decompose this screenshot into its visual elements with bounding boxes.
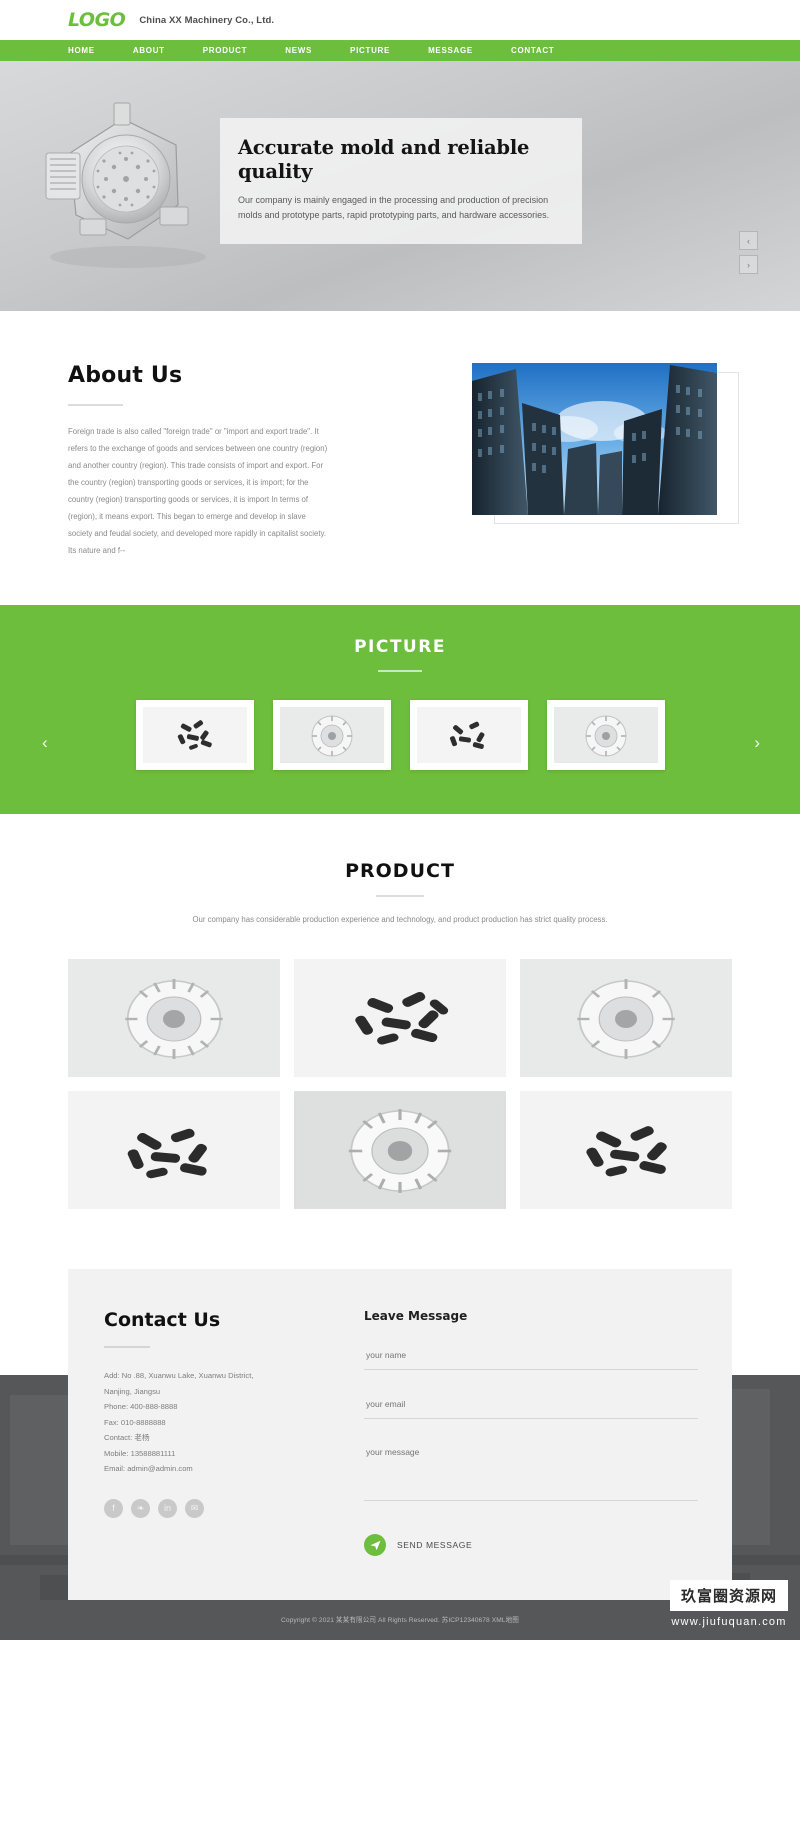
send-message-label: SEND MESSAGE — [397, 1540, 473, 1550]
product-subtitle: Our company has considerable production … — [192, 915, 608, 924]
hero-text-panel: Accurate mold and reliable quality Our c… — [220, 118, 582, 244]
nav-item-contact[interactable]: CONTACT — [511, 46, 554, 55]
screws-icon — [416, 707, 521, 763]
product-card[interactable] — [68, 1091, 280, 1209]
contact-mobile: Mobile: 13588881111 — [104, 1448, 176, 1458]
product-grid — [68, 959, 732, 1209]
contact-section: Contact Us Add: No .88, Xuanwu Lake, Xua… — [0, 1255, 800, 1600]
contact-person: Contact: 老杨 — [104, 1433, 150, 1442]
email-input[interactable] — [364, 1395, 698, 1419]
hero-banner: Accurate mold and reliable quality Our c… — [0, 61, 800, 311]
picture-slide[interactable] — [546, 700, 665, 770]
nav-item-home[interactable]: HOME — [68, 46, 95, 55]
about-text-column: About Us Foreign trade is also called "f… — [68, 363, 330, 559]
message-form-column: Leave Message SEND MESSAGE — [350, 1309, 698, 1556]
company-name: China XX Machinery Co., Ltd. — [139, 14, 275, 26]
contact-fax: Fax: 010-8888888 — [104, 1417, 166, 1427]
nav-item-news[interactable]: NEWS — [285, 46, 312, 55]
about-image-column — [472, 363, 739, 531]
screws-image — [520, 1091, 732, 1209]
gear-image — [279, 707, 384, 763]
contact-email: Email: admin@admin.com — [104, 1464, 193, 1473]
picture-divider — [378, 670, 422, 672]
leave-message-title: Leave Message — [364, 1309, 468, 1323]
nav-item-picture[interactable]: PICTURE — [350, 46, 390, 55]
send-icon[interactable] — [364, 1534, 386, 1556]
hero-machine-image — [45, 102, 206, 268]
paper-plane-icon — [370, 1540, 380, 1550]
product-card[interactable] — [294, 959, 506, 1077]
product-title: PRODUCT — [345, 860, 455, 882]
contact-info-column: Contact Us Add: No .88, Xuanwu Lake, Xua… — [94, 1309, 350, 1556]
picture-section: PICTURE ‹ › — [0, 605, 800, 814]
nav-item-about[interactable]: ABOUT — [133, 46, 165, 55]
hero-prev-arrow-icon[interactable]: ‹ — [739, 231, 758, 250]
gear-image — [553, 707, 658, 763]
gear-image — [68, 959, 280, 1077]
contact-card: Contact Us Add: No .88, Xuanwu Lake, Xua… — [68, 1269, 732, 1600]
nav-item-product[interactable]: PRODUCT — [203, 46, 247, 55]
screws-icon — [142, 707, 247, 763]
product-card[interactable] — [520, 959, 732, 1077]
picture-carousel — [0, 700, 800, 770]
picture-slide[interactable] — [272, 700, 391, 770]
picture-slide[interactable] — [135, 700, 254, 770]
watermark-main-text: 玖富圈资源网 — [669, 1580, 788, 1611]
hero-title: Accurate mold and reliable quality — [238, 136, 530, 183]
nav-item-message[interactable]: MESSAGE — [428, 46, 473, 55]
contact-title: Contact Us — [104, 1309, 221, 1331]
email-icon[interactable]: ✉ — [185, 1498, 204, 1518]
social-links: f ❧ in ✉ — [104, 1498, 350, 1518]
about-title: About Us — [68, 363, 183, 388]
gear-icon — [553, 707, 658, 763]
twitter-icon[interactable]: ❧ — [131, 1498, 150, 1518]
gear-icon — [279, 707, 384, 763]
picture-prev-arrow-icon[interactable]: ‹ — [42, 733, 48, 753]
contact-address-line2: Nanjing, Jiangsu — [104, 1386, 161, 1396]
main-navigation: HOME ABOUT PRODUCT NEWS PICTURE MESSAGE … — [0, 40, 800, 61]
screws-image — [294, 959, 506, 1077]
hero-slider-controls: ‹ › — [739, 231, 758, 279]
contact-address-line1: Add: No .88, Xuanwu Lake, Xuanwu Distric… — [104, 1371, 254, 1380]
gear-image — [294, 1091, 506, 1209]
product-card[interactable] — [520, 1091, 732, 1209]
skyscrapers-image — [472, 363, 717, 515]
hero-description: Our company is mainly engaged in the pro… — [238, 195, 550, 220]
product-divider — [376, 895, 424, 897]
site-header: LOGO China XX Machinery Co., Ltd. — [0, 0, 800, 40]
picture-title: PICTURE — [354, 637, 446, 657]
gear-image — [520, 959, 732, 1077]
contact-divider — [104, 1346, 150, 1348]
linkedin-icon[interactable]: in — [158, 1498, 177, 1518]
about-divider — [68, 404, 123, 406]
watermark-url-text: www.jiufuquan.com — [671, 1616, 787, 1628]
screws-image — [416, 707, 521, 763]
name-input[interactable] — [364, 1346, 698, 1370]
contact-phone: Phone: 400-888-8888 — [104, 1402, 178, 1411]
picture-slide[interactable] — [409, 700, 528, 770]
product-card[interactable] — [68, 959, 280, 1077]
site-footer: Copyright © 2021 某某有限公司 All Rights Reser… — [0, 1580, 800, 1640]
watermark: 玖富圈资源网 www.jiufuquan.com — [669, 1580, 788, 1628]
facebook-icon[interactable]: f — [104, 1498, 123, 1518]
product-card[interactable] — [294, 1091, 506, 1209]
picture-next-arrow-icon[interactable]: › — [754, 733, 760, 753]
about-paragraph: Foreign trade is also called "foreign tr… — [68, 427, 328, 555]
product-section: PRODUCT Our company has considerable pro… — [0, 814, 800, 1255]
hero-next-arrow-icon[interactable]: › — [739, 255, 758, 274]
about-photo — [472, 363, 717, 515]
send-message-row[interactable]: SEND MESSAGE — [364, 1534, 698, 1556]
message-textarea[interactable] — [364, 1443, 698, 1501]
screws-image — [68, 1091, 280, 1209]
about-section: About Us Foreign trade is also called "f… — [0, 311, 800, 605]
site-logo[interactable]: LOGO — [68, 9, 126, 31]
screws-image — [142, 707, 247, 763]
